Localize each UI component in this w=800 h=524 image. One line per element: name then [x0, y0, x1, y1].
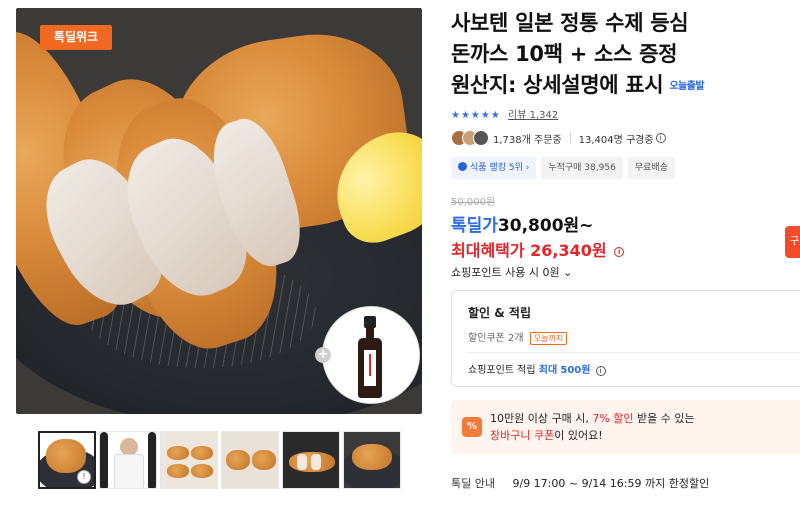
chevron-down-icon: ⌄: [563, 266, 573, 279]
cumulative-purchase-chip: 누적구매 38,956: [541, 157, 623, 179]
ranking-chip[interactable]: 식품 랭킹 5위 ›: [451, 157, 537, 179]
max-benefit-info-icon[interactable]: i: [614, 247, 625, 257]
thumbnail-2[interactable]: [99, 431, 157, 489]
review-link[interactable]: 리뷰 1,342: [508, 110, 558, 121]
banner-line1-highlight: 7% 할인: [592, 412, 634, 425]
order-count: 1,738개 주문중: [493, 134, 562, 146]
buy-button[interactable]: 구: [785, 226, 800, 258]
thumbnail-strip: !: [38, 431, 401, 491]
badge-chips: 식품 랭킹 5위 › 누적구매 38,956 무료배송: [451, 157, 675, 179]
buyer-avatars: [451, 130, 489, 146]
cart-coupon-banner[interactable]: % 10만원 이상 구매 시, 7% 할인 받을 수 있는 장바구니 쿠폰이 있…: [451, 400, 800, 454]
accrual-label: 쇼핑포인트 적립: [468, 365, 536, 376]
info-icon[interactable]: i: [655, 133, 666, 143]
review-count: 1,342: [529, 110, 559, 121]
accrual-value: 500원: [560, 365, 591, 376]
thumbnail-5[interactable]: [282, 431, 340, 489]
banner-line2-post: 이 있어요!: [554, 429, 603, 442]
product-title: 사보텐 일본 정통 수제 등심 돈까스 10팩 + 소스 증정 원산지: 상세설…: [451, 8, 800, 102]
sauce-bottle-icon: [358, 316, 382, 398]
title-line-2: 돈까스 10팩 + 소스 증정: [451, 42, 678, 66]
cart-banner-text: 10만원 이상 구매 시, 7% 할인 받을 수 있는 장바구니 쿠폰이 있어요…: [490, 410, 695, 444]
rating-row: ★★★★★ 리뷰 1,342: [451, 106, 558, 122]
activity-row: 1,738개 주문중 13,404명 구경중 i: [451, 129, 666, 147]
promo-tag: 톡딜위크: [40, 25, 112, 50]
title-line-3: 원산지: 상세설명에 표시 오늘출발: [451, 70, 800, 102]
today-delivery-badge: 오늘출발: [669, 80, 705, 92]
title-line-3-text: 원산지: 상세설명에 표시: [451, 73, 664, 97]
coupon-row[interactable]: 할인쿠폰 2개 오늘까지: [468, 329, 568, 345]
max-benefit-text: 최대혜택가 26,340원: [451, 241, 607, 260]
deal-price: 톡딜가30,800원~: [451, 211, 593, 236]
banner-line2-highlight: 장바구니 쿠폰: [490, 429, 555, 442]
divider: [468, 352, 800, 353]
review-label: 리뷰: [508, 110, 527, 121]
discount-box: 할인 & 적립 할인쿠폰 2개 오늘까지 쇼핑포인트 적립 최대 500원 i: [451, 290, 800, 387]
deal-info-period: 9/9 17:00 ~ 9/14 16:59 까지 한정할인: [512, 477, 710, 490]
video-icon: !: [77, 470, 91, 484]
ranking-chip-label: 식품 랭킹 5위: [470, 163, 523, 173]
accrual-info-icon[interactable]: i: [595, 366, 606, 376]
thumbnail-6[interactable]: [343, 431, 401, 489]
star-rating-icon: ★★★★★: [451, 110, 501, 121]
title-line-1: 사보텐 일본 정통 수제 등심: [451, 11, 689, 35]
watch-count: 13,404명 구경중: [578, 134, 654, 146]
thumbnail-4[interactable]: [221, 431, 279, 489]
percent-icon: %: [462, 417, 482, 437]
points-use-dropdown[interactable]: 쇼핑포인트 사용 시 0원 ⌄: [451, 264, 572, 280]
max-benefit-price: 최대혜택가 26,340원 i: [451, 237, 625, 261]
deal-price-value: 30,800원~: [497, 216, 594, 236]
points-use-text: 쇼핑포인트 사용 시 0원: [451, 266, 560, 279]
original-price: 50,000원: [451, 197, 496, 208]
thumbnail-3[interactable]: [160, 431, 218, 489]
main-product-image[interactable]: + 톡딜위크: [16, 8, 422, 414]
accrual-max: 최대: [538, 365, 558, 376]
accrual-row: 쇼핑포인트 적립 최대 500원 i: [468, 361, 606, 376]
banner-line1-pre: 10만원 이상 구매 시,: [490, 412, 593, 425]
deal-info-label: 톡딜 안내: [451, 477, 495, 490]
discount-title: 할인 & 적립: [468, 306, 531, 320]
product-info: 사보텐 일본 정통 수제 등심 돈까스 10팩 + 소스 증정 원산지: 상세설…: [451, 0, 800, 524]
coupon-text: 할인쿠폰 2개: [468, 333, 524, 344]
ranking-icon: [458, 162, 467, 171]
today-only-tag: 오늘까지: [529, 332, 568, 345]
thumbnail-1[interactable]: !: [38, 431, 96, 489]
plus-icon: +: [315, 347, 331, 363]
banner-line1-post: 받을 수 있는: [633, 412, 695, 425]
deal-info-row: 톡딜 안내 9/9 17:00 ~ 9/14 16:59 까지 한정할인: [451, 475, 709, 491]
deal-price-label: 톡딜가: [451, 216, 498, 236]
free-shipping-chip: 무료배송: [627, 157, 675, 179]
